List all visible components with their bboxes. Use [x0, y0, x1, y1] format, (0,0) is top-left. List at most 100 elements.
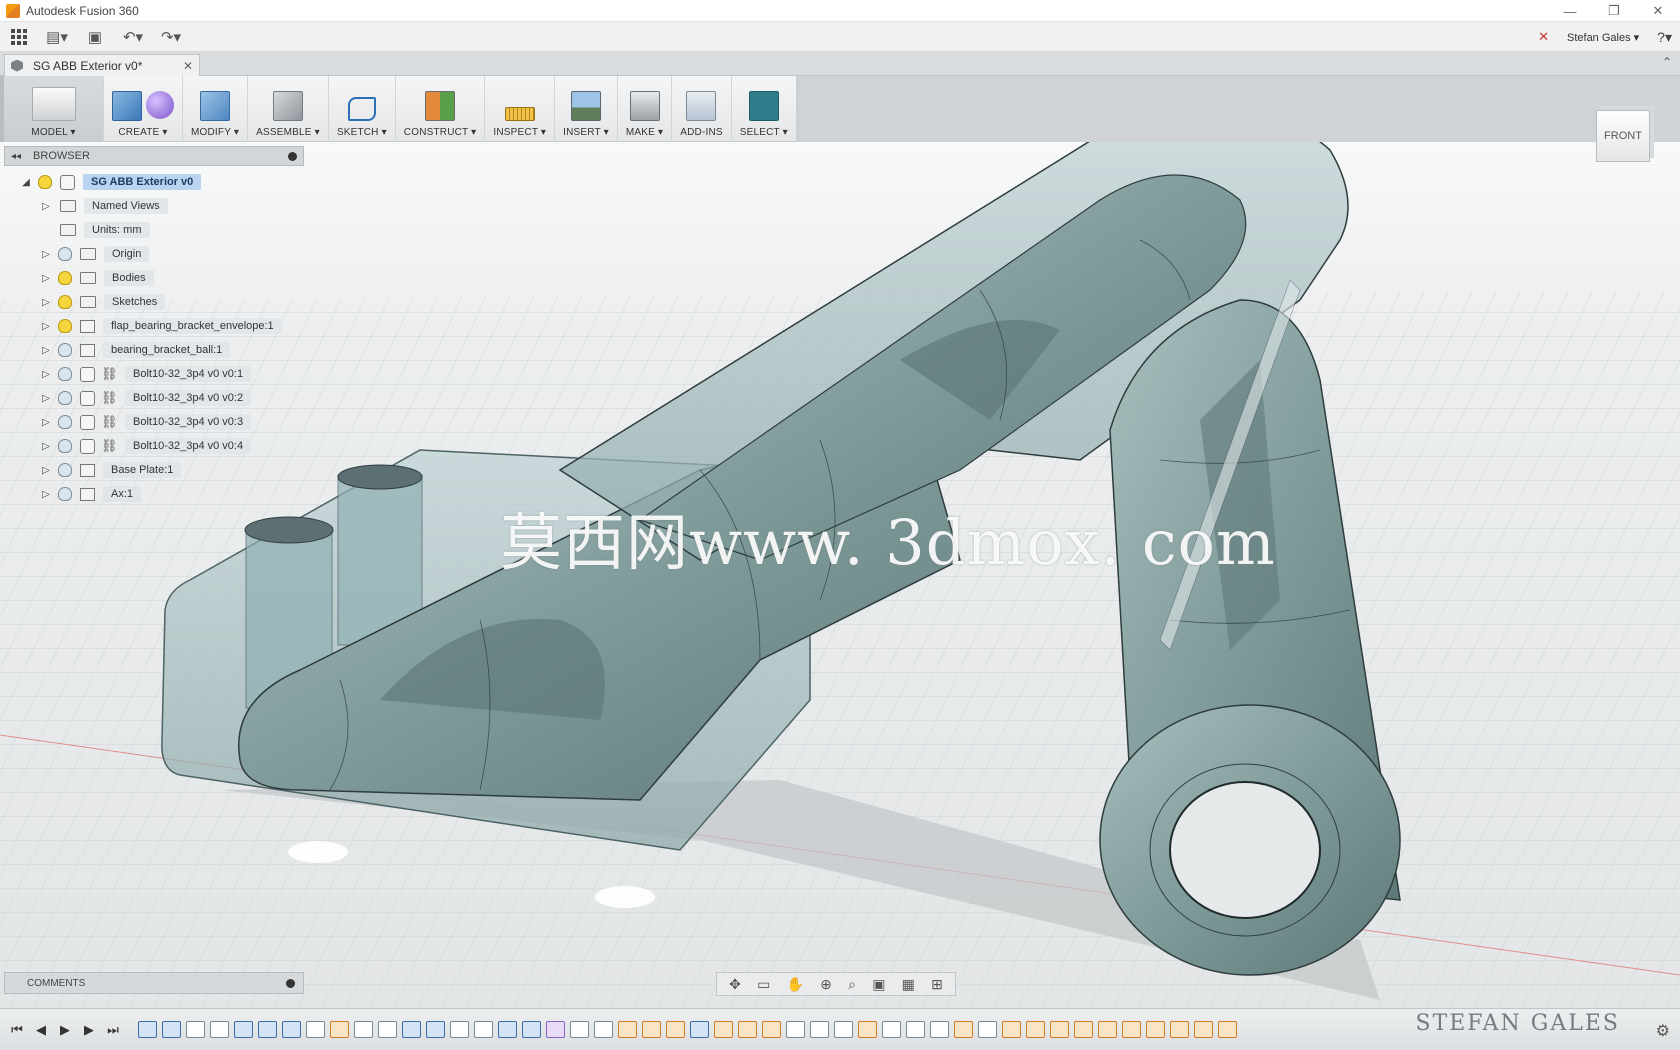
timeline-feature[interactable] [1146, 1021, 1165, 1038]
timeline-feature[interactable] [762, 1021, 781, 1038]
document-tab[interactable]: SG ABB Exterior v0* ✕ [4, 54, 200, 76]
play-icon[interactable]: ▶ [58, 1022, 72, 1038]
timeline-feature[interactable] [522, 1021, 541, 1038]
timeline-feature[interactable] [810, 1021, 829, 1038]
expand-triangle-icon[interactable]: ▷ [40, 297, 52, 308]
workspace-model-menu[interactable]: MODEL ▾ [0, 76, 104, 142]
timeline-feature[interactable] [258, 1021, 277, 1038]
expand-triangle-icon[interactable]: ▷ [40, 465, 52, 476]
grid-settings-icon[interactable]: ▦ [902, 976, 915, 993]
close-tab-icon[interactable]: ✕ [183, 59, 193, 73]
timeline-feature[interactable] [162, 1021, 181, 1038]
visibility-bulb-icon[interactable] [58, 271, 72, 285]
file-menu-button[interactable]: ▤ ▾ [42, 22, 72, 52]
create-menu[interactable]: CREATE ▾ [104, 76, 183, 142]
collapse-triangle-icon[interactable]: ◢ [20, 177, 32, 188]
timeline-feature[interactable] [666, 1021, 685, 1038]
expand-triangle-icon[interactable]: ▷ [40, 393, 52, 404]
visibility-bulb-icon[interactable] [58, 463, 72, 477]
comments-panel[interactable]: COMMENTS [4, 972, 304, 994]
select-menu[interactable]: SELECT ▾ [732, 76, 797, 142]
notification-off-icon[interactable]: ✕ [1538, 29, 1549, 45]
tree-item-root[interactable]: ◢ SG ABB Exterior v0 [4, 170, 304, 194]
timeline-feature[interactable] [786, 1021, 805, 1038]
measure-ruler-icon[interactable] [504, 107, 535, 121]
visibility-bulb-icon[interactable] [58, 439, 72, 453]
timeline-feature[interactable] [834, 1021, 853, 1038]
tree-item-base-plate[interactable]: ▷ Base Plate:1 [4, 458, 304, 482]
select-cursor-icon[interactable] [748, 91, 779, 121]
timeline-feature[interactable] [714, 1021, 733, 1038]
redo-button[interactable]: ↷ ▾ [156, 22, 186, 52]
tree-item-envelope[interactable]: ▷ flap_bearing_bracket_envelope:1 [4, 314, 304, 338]
view-cube-front-face[interactable]: FRONT [1596, 110, 1650, 162]
timeline-feature[interactable] [330, 1021, 349, 1038]
timeline-feature[interactable] [594, 1021, 613, 1038]
box-icon[interactable] [112, 91, 142, 121]
expand-triangle-icon[interactable]: ▷ [40, 417, 52, 428]
make-menu[interactable]: MAKE ▾ [618, 76, 673, 142]
tree-item-bearing-bracket[interactable]: ▷ bearing_bracket_ball:1 [4, 338, 304, 362]
modify-menu[interactable]: MODIFY ▾ [183, 76, 249, 142]
help-menu[interactable]: ?▾ [1657, 29, 1672, 46]
timeline-feature[interactable] [978, 1021, 997, 1038]
timeline-feature[interactable] [1026, 1021, 1045, 1038]
tree-item-bolt-1[interactable]: ▷ ⛓ Bolt10-32_3p4 v0 v0:1 [4, 362, 304, 386]
timeline-feature[interactable] [690, 1021, 709, 1038]
timeline-feature[interactable] [1002, 1021, 1021, 1038]
close-button[interactable]: ✕ [1636, 0, 1680, 22]
timeline-feature[interactable] [618, 1021, 637, 1038]
expand-triangle-icon[interactable]: ▷ [40, 441, 52, 452]
step-forward-icon[interactable]: ▶ [82, 1022, 96, 1038]
timeline-feature[interactable] [282, 1021, 301, 1038]
look-at-icon[interactable]: ▭ [757, 976, 770, 993]
minimize-button[interactable]: — [1548, 0, 1592, 22]
timeline-feature[interactable] [882, 1021, 901, 1038]
timeline-settings-gear-icon[interactable]: ⚙ [1656, 1021, 1670, 1041]
tree-item-ax[interactable]: ▷ Ax:1 [4, 482, 304, 506]
press-pull-icon[interactable] [200, 91, 231, 121]
go-to-start-icon[interactable]: ⏮ [10, 1022, 24, 1038]
fit-zoom-icon[interactable]: ⌕ [848, 976, 856, 993]
timeline-feature[interactable] [234, 1021, 253, 1038]
viewports-icon[interactable]: ⊞ [931, 976, 943, 993]
tree-item-sketches[interactable]: ▷ Sketches [4, 290, 304, 314]
restore-button[interactable]: ❐ [1592, 0, 1636, 22]
timeline-feature[interactable] [378, 1021, 397, 1038]
expand-triangle-icon[interactable]: ▷ [40, 345, 52, 356]
timeline-feature[interactable] [498, 1021, 517, 1038]
visibility-bulb-icon[interactable] [58, 367, 72, 381]
timeline-feature[interactable] [354, 1021, 373, 1038]
visibility-bulb-icon[interactable] [58, 295, 72, 309]
construct-menu[interactable]: CONSTRUCT ▾ [396, 76, 486, 142]
collapse-toolbar-icon[interactable]: ⌃ [1662, 55, 1672, 69]
form-sphere-icon[interactable] [146, 91, 174, 119]
add-comment-icon[interactable] [286, 978, 295, 988]
browser-header[interactable]: ◂◂ BROWSER [4, 146, 304, 166]
timeline-feature[interactable] [906, 1021, 925, 1038]
visibility-bulb-icon[interactable] [58, 487, 72, 501]
sketch-menu[interactable]: SKETCH ▾ [329, 76, 396, 142]
timeline-feature[interactable] [138, 1021, 157, 1038]
visibility-bulb-icon[interactable] [58, 247, 72, 261]
timeline-feature[interactable] [1170, 1021, 1189, 1038]
undo-button[interactable]: ↶ ▾ [118, 22, 148, 52]
expand-triangle-icon[interactable]: ▷ [40, 489, 52, 500]
timeline-feature[interactable] [1122, 1021, 1141, 1038]
tree-item-bolt-3[interactable]: ▷ ⛓ Bolt10-32_3p4 v0 v0:3 [4, 410, 304, 434]
pan-hand-icon[interactable]: ✋ [787, 976, 804, 993]
tree-item-units[interactable]: Units: mm [4, 218, 304, 242]
timeline-feature[interactable] [1218, 1021, 1237, 1038]
tree-item-bodies[interactable]: ▷ Bodies [4, 266, 304, 290]
timeline-feature[interactable] [402, 1021, 421, 1038]
visibility-bulb-icon[interactable] [58, 391, 72, 405]
timeline-feature[interactable] [954, 1021, 973, 1038]
save-button[interactable]: ▣ [80, 22, 110, 52]
display-settings-icon[interactable]: ▣ [872, 976, 885, 993]
3d-print-icon[interactable] [629, 91, 660, 121]
tree-item-bolt-2[interactable]: ▷ ⛓ Bolt10-32_3p4 v0 v0:2 [4, 386, 304, 410]
timeline-feature[interactable] [450, 1021, 469, 1038]
view-cube[interactable]: FRONT [1592, 100, 1658, 166]
expand-triangle-icon[interactable]: ▷ [40, 249, 52, 260]
zoom-icon[interactable]: ⊕ [820, 976, 832, 993]
